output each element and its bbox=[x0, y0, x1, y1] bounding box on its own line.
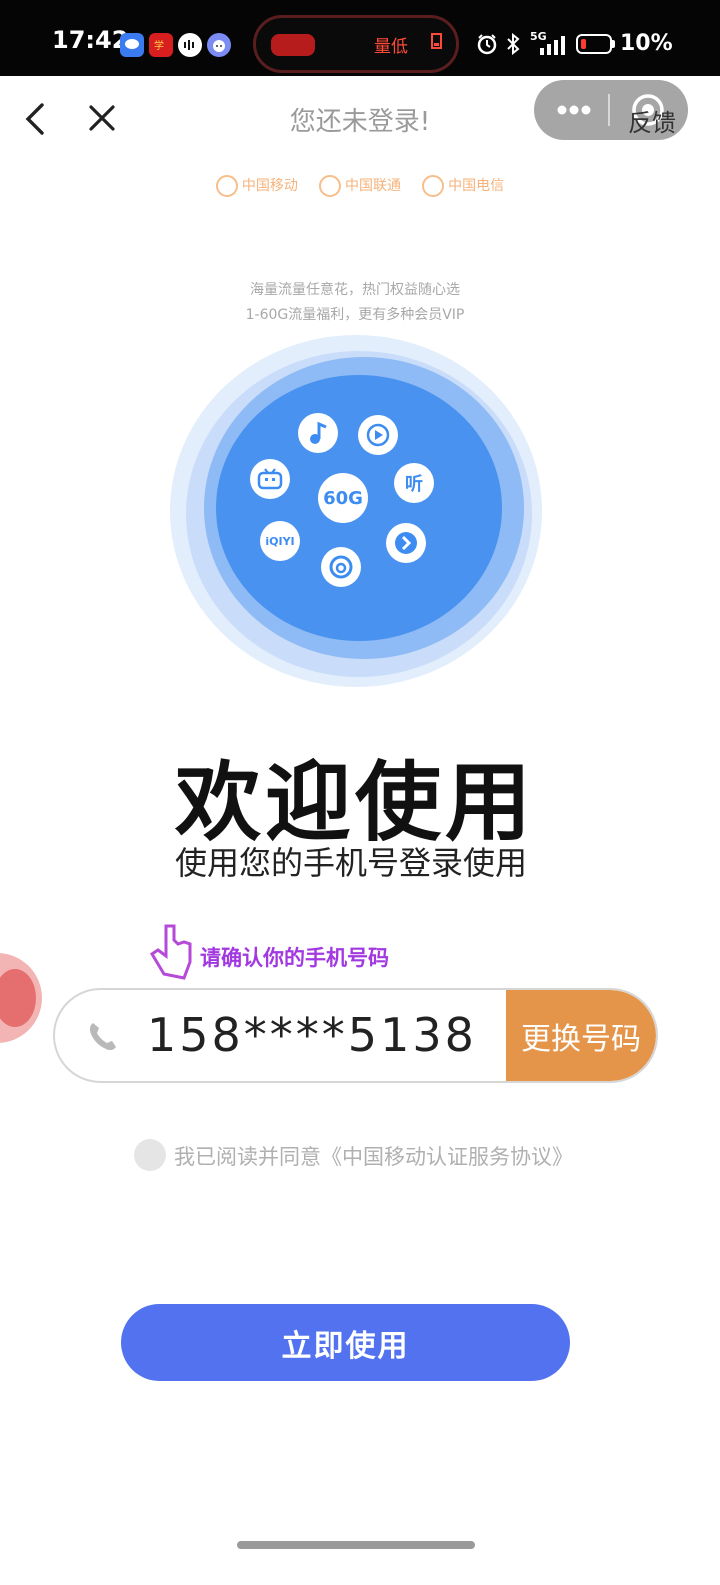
feedback-link[interactable]: 反馈 bbox=[628, 103, 676, 138]
welcome-subtitle: 使用您的手机号登录使用 bbox=[174, 844, 527, 882]
phone-icon bbox=[85, 1018, 121, 1054]
status-time: 17:42 bbox=[52, 26, 129, 54]
svg-text:学: 学 bbox=[154, 39, 164, 52]
low-battery-indicator bbox=[271, 34, 315, 56]
music-icon bbox=[298, 413, 338, 453]
change-number-button[interactable]: 更换号码 bbox=[506, 990, 656, 1081]
video-play-icon bbox=[358, 415, 398, 455]
alarm-icon bbox=[476, 33, 498, 59]
arrow-right-circle-icon bbox=[386, 523, 426, 563]
carrier-unicom: 中国联通 bbox=[319, 175, 401, 197]
phone-number: 158****5138 bbox=[147, 1008, 477, 1062]
agreement-text[interactable]: 我已阅读并同意《中国移动认证服务协议》 bbox=[174, 1141, 573, 1171]
carrier-logos: 中国移动 中国联通 中国电信 bbox=[0, 175, 720, 197]
china-mobile-logo-icon bbox=[215, 175, 238, 197]
iqiyi-icon: iQIYI bbox=[260, 521, 300, 561]
floating-widget[interactable] bbox=[0, 953, 42, 1043]
pill-text: 量低 bbox=[374, 37, 408, 57]
bluetooth-icon bbox=[505, 32, 521, 59]
carrier-mobile: 中国移动 bbox=[215, 175, 298, 197]
phone-number-field[interactable]: 158****5138 更换号码 bbox=[53, 988, 658, 1083]
pointing-hand-icon bbox=[144, 922, 198, 984]
china-telecom-logo-icon bbox=[422, 175, 445, 197]
dynamic-pill[interactable]: 量低 bbox=[253, 15, 459, 73]
home-indicator[interactable] bbox=[237, 1541, 475, 1549]
use-now-button[interactable]: 立即使用 bbox=[121, 1304, 570, 1381]
voice-icon bbox=[178, 33, 202, 57]
agreement-checkbox[interactable] bbox=[134, 1139, 166, 1171]
china-unicom-logo-icon bbox=[319, 175, 341, 197]
banner-tagline-1: 海量流量任意花，热门权益随心选 bbox=[250, 282, 460, 298]
center-60g-badge: 60G bbox=[318, 473, 368, 523]
signal-icon bbox=[530, 34, 568, 60]
carrier-telecom: 中国电信 bbox=[422, 175, 504, 197]
message-icon bbox=[120, 33, 144, 57]
app-icon: 学 bbox=[149, 33, 173, 57]
benefits-graphic: 60G 听 iQIYI bbox=[170, 335, 542, 687]
netease-music-icon bbox=[321, 547, 361, 587]
banner-tagline-2: 1-60G流量福利，更有多种会员VIP bbox=[245, 307, 465, 323]
ellipsis-icon[interactable] bbox=[556, 100, 592, 124]
widget-icon bbox=[0, 969, 36, 1027]
bilibili-icon bbox=[250, 459, 290, 499]
face-icon bbox=[207, 33, 231, 57]
battery-small-icon bbox=[431, 32, 443, 54]
confirm-phone-hint: 请确认你的手机号码 bbox=[200, 946, 389, 970]
status-bar: 17:42 学 量低 5G 10% bbox=[0, 0, 720, 76]
listen-icon: 听 bbox=[394, 463, 434, 503]
battery-percent: 10% bbox=[620, 31, 673, 56]
battery-icon bbox=[576, 34, 612, 54]
